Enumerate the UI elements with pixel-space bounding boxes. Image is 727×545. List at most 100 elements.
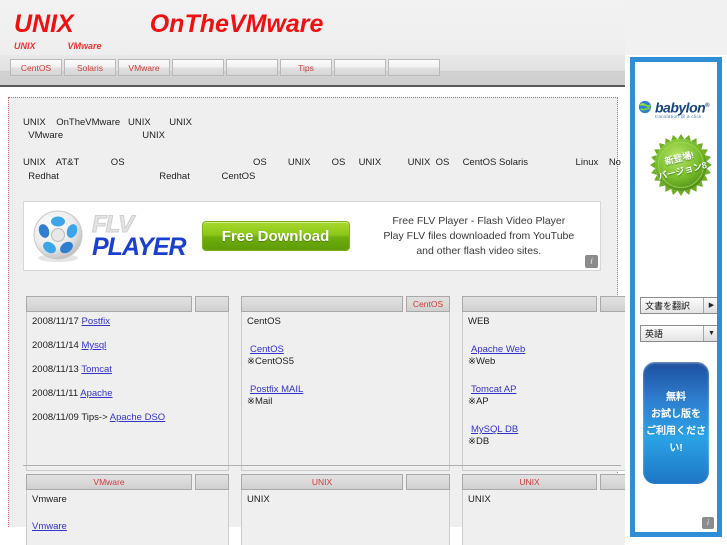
- centos-panel-heading: CentOS: [247, 316, 281, 327]
- bottom-spacer-2: [453, 490, 459, 545]
- flv-player-ad-banner[interactable]: FLV PLAYER Free Download Free FLV Player…: [23, 201, 601, 271]
- centos-panel-link-1[interactable]: CentOS: [250, 344, 284, 355]
- language-select[interactable]: 英語 ▼: [640, 325, 717, 342]
- web-panel-link-1[interactable]: Apache Web: [471, 344, 525, 355]
- centos-panel-note-2: ※Mail: [247, 396, 273, 407]
- free-download-button[interactable]: Free Download: [201, 221, 350, 251]
- tab-tips[interactable]: Tips: [280, 59, 332, 76]
- news-item-1: 2008/11/17 Postfix: [32, 316, 223, 327]
- web-panel-item-1: Apache Web ※Web: [468, 344, 633, 367]
- content-frame: UNIX OnTheVMware UNIX UNIX VMware UNIX U…: [8, 97, 639, 545]
- sidebar-top-gap: [625, 0, 727, 55]
- web-panel-link-3[interactable]: MySQL DB: [471, 424, 518, 435]
- centos-panel-note-1: ※CentOS5: [247, 356, 295, 367]
- vmware-panel-cell: Vmware Vmware: [26, 490, 229, 545]
- intro-line-3b: OS UNIX OS UNIX UNIX OS CentOS Solaris L…: [253, 157, 621, 168]
- page-title-sub: OnTheVMware: [149, 10, 324, 38]
- site-header: UNIX OnTheVMware UNIX VMware: [0, 0, 625, 55]
- news-item-2: 2008/11/14 Mysql: [32, 340, 223, 351]
- ad-description-line-1: Free FLV Player - Flash Video Player: [392, 214, 566, 227]
- intro-line-2: VMware UNIX: [23, 130, 165, 141]
- tab-blank-1[interactable]: [172, 59, 224, 76]
- unix-panel-2-cell: UNIX: [462, 490, 639, 545]
- cta-line-3: ご利用くださ: [646, 426, 706, 437]
- tab-list: CentOS Solaris VMware Tips: [10, 59, 440, 76]
- site-title: UNIX OnTheVMware: [14, 10, 323, 39]
- news-cell: 2008/11/17 Postfix 2008/11/14 Mysql 2008…: [26, 312, 229, 471]
- news-link-1[interactable]: Postfix: [81, 316, 110, 327]
- bottom-header-vmware: VMware: [26, 474, 192, 490]
- tab-vmware[interactable]: VMware: [118, 59, 170, 76]
- flv-logo-player-text: PLAYER: [92, 232, 187, 261]
- page-title-main: UNIX: [14, 10, 74, 38]
- tab-blank-3[interactable]: [334, 59, 386, 76]
- tab-solaris[interactable]: Solaris: [64, 59, 116, 76]
- chevron-right-icon[interactable]: ▶: [703, 298, 717, 313]
- bottom-header-spacer-2: [453, 474, 459, 490]
- bottom-header-unix-1: UNIX: [241, 474, 403, 490]
- babylon-brand-text: babylon®: [655, 100, 710, 115]
- news-link-3[interactable]: Tomcat: [81, 364, 112, 375]
- content-table-body-row: 2008/11/17 Postfix 2008/11/14 Mysql 2008…: [26, 312, 639, 471]
- web-panel-link-2[interactable]: Tomcat AP: [471, 384, 516, 395]
- bottom-table-body-row: Vmware Vmware UNIX UNIX: [26, 490, 639, 545]
- free-trial-cta-button[interactable]: 無料 お試し版を ご利用くださ い!: [643, 362, 709, 484]
- tab-blank-2[interactable]: [226, 59, 278, 76]
- web-panel-note-3: ※DB: [468, 436, 490, 447]
- chevron-down-icon[interactable]: ▼: [703, 326, 717, 341]
- tab-blank-4[interactable]: [388, 59, 440, 76]
- content-spacer-1: [232, 312, 238, 471]
- content-header-centos-left: [241, 296, 403, 312]
- new-version-badge: 新登場! バージョン8: [650, 134, 712, 196]
- web-panel-note-1: ※Web: [468, 356, 496, 367]
- content-table-header-row: CentOS: [26, 296, 639, 312]
- ad-description: Free FLV Player - Flash Video Player Pla…: [364, 214, 600, 259]
- content-table: CentOS 2008/11/17 Postfix 2008/11/14 Mys…: [23, 296, 642, 471]
- web-panel-heading: WEB: [468, 316, 490, 327]
- bottom-header-spacer-1: [232, 474, 238, 490]
- news-date-5: 2008/11/09: [32, 412, 79, 423]
- bottom-table: VMware UNIX UNIX Vmware Vmware UNIX UNIX: [23, 474, 642, 545]
- intro-line-3: UNIX AT&T OS: [23, 157, 125, 168]
- web-panel-note-2: ※AP: [468, 396, 489, 407]
- unix-panel-1-heading: UNIX: [247, 494, 270, 505]
- translate-document-select[interactable]: 文書を翻訳 ▶: [640, 297, 717, 314]
- vmware-panel-link[interactable]: Vmware: [32, 521, 67, 532]
- content-header-spacer-2: [453, 296, 459, 312]
- cta-line-2: お試し版を: [651, 409, 701, 420]
- ad-info-icon[interactable]: i: [585, 255, 598, 268]
- centos-panel-link-2[interactable]: Postfix MAIL: [250, 384, 303, 395]
- tab-bar: CentOS Solaris VMware Tips: [0, 55, 625, 87]
- news-item-5: 2008/11/09 Tips-> Apache DSO: [32, 412, 223, 423]
- flv-player-logo: FLV PLAYER: [92, 212, 187, 261]
- subtitle-vmware: VMware: [67, 41, 102, 51]
- translate-controls: 文書を翻訳 ▶ 英語 ▼: [640, 297, 717, 353]
- babylon-ad[interactable]: babylon® translation @ a click 新登場! バージョ…: [630, 57, 722, 537]
- news-link-5[interactable]: Apache DSO: [110, 412, 165, 423]
- centos-panel-cell: CentOS CentOS ※CentOS5 Postfix MAIL ※Mai…: [241, 312, 450, 471]
- page-root: UNIX OnTheVMware UNIX VMware CentOS Sola…: [0, 0, 727, 545]
- news-date-3: 2008/11/13: [32, 364, 79, 375]
- tab-centos[interactable]: CentOS: [10, 59, 62, 76]
- news-link-4[interactable]: Apache: [80, 388, 112, 399]
- intro-line-1: UNIX OnTheVMware UNIX UNIX: [23, 117, 192, 128]
- sidebar: babylon® translation @ a click 新登場! バージョ…: [625, 0, 727, 545]
- cta-text: 無料 お試し版を ご利用くださ い!: [646, 389, 706, 457]
- unix-panel-1-cell: UNIX: [241, 490, 450, 545]
- news-item-3: 2008/11/13 Tomcat: [32, 364, 223, 375]
- content-header-web: [462, 296, 597, 312]
- news-link-2[interactable]: Mysql: [81, 340, 106, 351]
- bottom-table-header-row: VMware UNIX UNIX: [26, 474, 639, 490]
- intro-block: UNIX OnTheVMware UNIX UNIX VMware UNIX: [23, 116, 623, 142]
- babylon-info-icon[interactable]: i: [702, 517, 714, 529]
- cta-line-1: 無料: [666, 392, 686, 403]
- bottom-spacer-1: [232, 490, 238, 545]
- babylon-logo: babylon®: [638, 100, 714, 115]
- translate-document-label: 文書を翻訳: [645, 301, 691, 311]
- subtitle-unix: UNIX: [14, 41, 36, 51]
- news-prefix-5: Tips->: [81, 412, 108, 423]
- bottom-header-unix-1-extra: [406, 474, 450, 490]
- bottom-header-vmware-extra: [195, 474, 229, 490]
- content-spacer-2: [453, 312, 459, 471]
- ad-description-line-2: Play FLV files downloaded from YouTube: [383, 229, 575, 242]
